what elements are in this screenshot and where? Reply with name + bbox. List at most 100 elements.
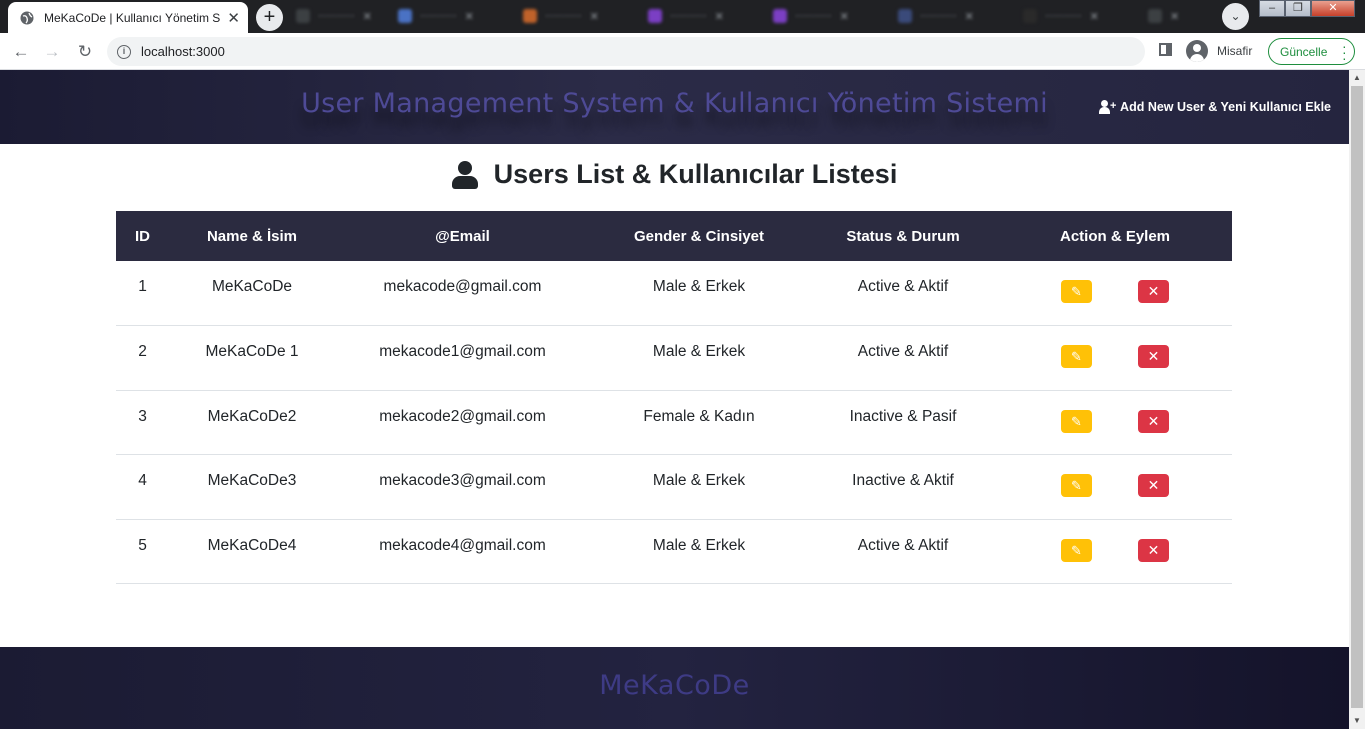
close-icon: ✕ xyxy=(1147,477,1160,493)
cell-id: 1 xyxy=(116,261,169,326)
window-controls: – ❐ ✕ xyxy=(1259,0,1355,18)
cell-email: mekacode2@gmail.com xyxy=(335,390,590,455)
edit-button[interactable]: ✎ xyxy=(1061,409,1092,433)
cell-actions: ✎ ✕ xyxy=(998,454,1232,520)
user-plus-icon: + xyxy=(1099,100,1117,114)
column-header-id: ID xyxy=(135,227,150,245)
pencil-icon: ✎ xyxy=(1071,413,1082,429)
table-row: 4 MeKaCoDe3 mekacode3@gmail.com Male & E… xyxy=(116,454,1232,520)
edit-button[interactable]: ✎ xyxy=(1061,474,1092,497)
reload-icon[interactable]: ↻ xyxy=(73,40,97,64)
cell-name: MeKaCoDe4 xyxy=(169,519,335,584)
cell-gender: Male & Erkek xyxy=(590,454,808,520)
tab-title: MeKaCoDe | Kullanıcı Yönetim Si xyxy=(44,10,222,25)
cell-status: Inactive & Pasif xyxy=(808,390,998,455)
new-tab-button[interactable]: + xyxy=(256,4,283,31)
background-tab[interactable]: ·········· ✕ xyxy=(648,6,724,26)
side-panel-icon[interactable] xyxy=(1159,43,1172,56)
cell-actions: ✎ ✕ xyxy=(998,261,1232,326)
minimize-icon[interactable]: – xyxy=(1259,0,1285,17)
pencil-icon: ✎ xyxy=(1071,349,1082,364)
edit-button[interactable]: ✎ xyxy=(1061,280,1092,303)
tab-search-chevron-icon[interactable]: ⌄ xyxy=(1222,3,1249,30)
delete-button[interactable]: ✕ xyxy=(1138,345,1169,368)
cell-gender: Female & Kadın xyxy=(590,390,808,455)
cell-actions: ✎ ✕ xyxy=(998,325,1232,391)
avatar-icon xyxy=(1186,40,1208,62)
window-close-icon[interactable]: ✕ xyxy=(1311,0,1355,17)
delete-button[interactable]: ✕ xyxy=(1138,409,1169,433)
background-tab[interactable]: ·········· ✕ xyxy=(773,6,849,26)
background-tab[interactable]: ·········· ✕ xyxy=(1023,6,1099,26)
address-bar[interactable]: i localhost:3000 xyxy=(107,37,1145,66)
cell-id: 2 xyxy=(116,325,169,391)
table-row: 5 MeKaCoDe4 mekacode4@gmail.com Male & E… xyxy=(116,519,1232,584)
footer-brand: MeKaCoDe xyxy=(599,670,750,701)
tab-active[interactable]: MeKaCoDe | Kullanıcı Yönetim Si ✕ xyxy=(8,2,248,33)
cell-gender: Male & Erkek xyxy=(590,519,808,584)
cell-actions: ✎ ✕ xyxy=(998,390,1232,455)
add-new-user-label: Add New User & Yeni Kullanıcı Ekle xyxy=(1120,100,1331,114)
background-tab[interactable]: ·········· ✕ xyxy=(523,6,599,26)
tab-close-icon[interactable]: ✕ xyxy=(227,9,240,27)
background-tab[interactable]: ·········· ✕ xyxy=(898,6,974,26)
cell-email: mekacode3@gmail.com xyxy=(335,454,590,520)
cell-status: Inactive & Aktif xyxy=(808,454,998,520)
restore-icon[interactable]: ❐ xyxy=(1285,0,1311,17)
background-tab[interactable]: ·········· ✕ xyxy=(398,6,474,26)
table-row: 1 MeKaCoDe mekacode@gmail.com Male & Erk… xyxy=(116,261,1232,326)
back-arrow-icon[interactable]: ← xyxy=(9,40,33,64)
edit-button[interactable]: ✎ xyxy=(1061,345,1092,368)
more-vert-icon[interactable]: · · · xyxy=(1342,39,1347,65)
update-button[interactable]: Güncelle · · · xyxy=(1268,38,1355,65)
pencil-icon: ✎ xyxy=(1071,478,1082,493)
cell-name: MeKaCoDe 1 xyxy=(169,325,335,391)
site-header: User Management System & Kullanıcı Yönet… xyxy=(0,70,1349,144)
cell-id: 3 xyxy=(116,390,169,455)
users-table: ID Name & İsim @Email Gender & Cinsiyet … xyxy=(116,211,1232,584)
cell-name: MeKaCoDe3 xyxy=(169,454,335,520)
url-text: localhost:3000 xyxy=(141,44,225,59)
scrollbar-thumb[interactable] xyxy=(1351,86,1363,708)
info-icon[interactable]: i xyxy=(117,44,131,59)
page-viewport: User Management System & Kullanıcı Yönet… xyxy=(0,70,1349,729)
close-icon: ✕ xyxy=(1147,412,1160,429)
browser-tab-bar: MeKaCoDe | Kullanıcı Yönetim Si ✕ + ····… xyxy=(0,0,1365,33)
close-icon: ✕ xyxy=(1147,283,1160,299)
scroll-down-arrow-icon[interactable]: ▼ xyxy=(1349,714,1365,728)
background-tab[interactable]: ✕ xyxy=(1148,6,1179,26)
table-row: 3 MeKaCoDe2 mekacode2@gmail.com Female &… xyxy=(116,390,1232,455)
user-icon xyxy=(451,160,478,189)
delete-button[interactable]: ✕ xyxy=(1138,280,1169,303)
scroll-up-arrow-icon[interactable]: ▲ xyxy=(1349,71,1365,85)
cell-id: 4 xyxy=(116,454,169,520)
cell-status: Active & Aktif xyxy=(808,261,998,326)
cell-gender: Male & Erkek xyxy=(590,261,808,326)
add-new-user-link[interactable]: + Add New User & Yeni Kullanıcı Ekle xyxy=(1099,100,1331,114)
delete-button[interactable]: ✕ xyxy=(1138,538,1169,562)
cell-email: mekacode@gmail.com xyxy=(335,261,590,326)
close-icon: ✕ xyxy=(1147,541,1160,558)
page-scrollbar[interactable]: ▲ ▼ xyxy=(1349,70,1365,729)
cell-gender: Male & Erkek xyxy=(590,325,808,391)
cell-email: mekacode4@gmail.com xyxy=(335,519,590,584)
cell-name: MeKaCoDe xyxy=(169,261,335,326)
profile-name: Misafir xyxy=(1217,44,1253,58)
profile-button[interactable]: Misafir xyxy=(1186,38,1252,64)
table-header-row: ID Name & İsim @Email Gender & Cinsiyet … xyxy=(116,211,1232,261)
browser-toolbar: ← → ↻ i localhost:3000 Misafir Güncelle … xyxy=(0,33,1365,70)
site-footer: MeKaCoDe xyxy=(0,647,1349,729)
background-tab[interactable]: ·········· ✕ xyxy=(296,6,372,26)
delete-button[interactable]: ✕ xyxy=(1138,474,1169,497)
update-label: Güncelle xyxy=(1280,44,1328,59)
edit-button[interactable]: ✎ xyxy=(1061,538,1092,562)
table-row: 2 MeKaCoDe 1 mekacode1@gmail.com Male & … xyxy=(116,325,1232,391)
column-header-email: @Email xyxy=(435,227,490,245)
cell-name: MeKaCoDe2 xyxy=(169,390,335,455)
globe-icon xyxy=(20,11,34,24)
cell-id: 5 xyxy=(116,519,169,584)
forward-arrow-icon[interactable]: → xyxy=(40,40,64,64)
pencil-icon: ✎ xyxy=(1071,284,1082,299)
page-heading: Users List & Kullanıcılar Listesi xyxy=(0,159,1349,190)
close-icon: ✕ xyxy=(1147,348,1160,364)
